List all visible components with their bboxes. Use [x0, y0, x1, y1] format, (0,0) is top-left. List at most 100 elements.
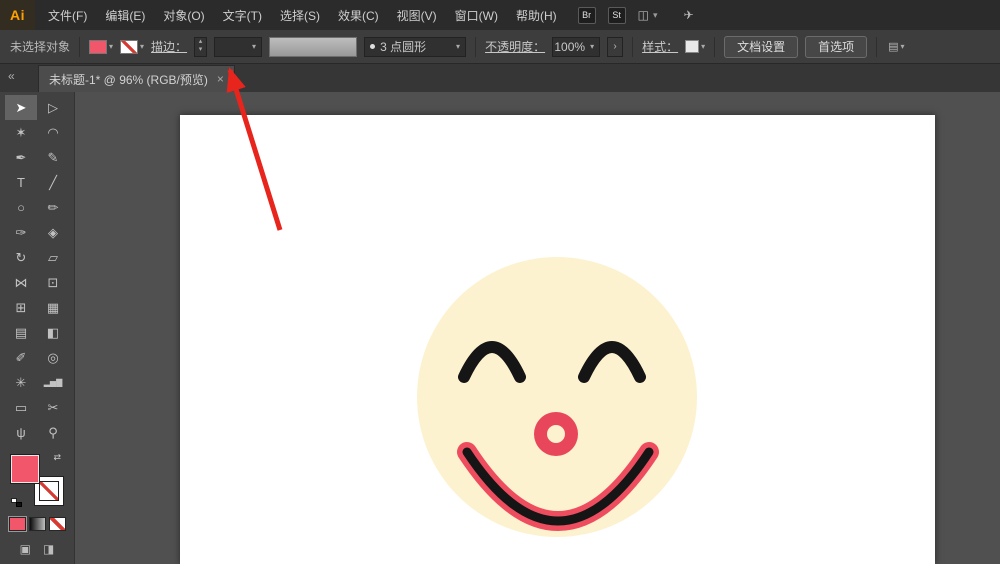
chevron-down-icon[interactable]: ▾	[590, 42, 594, 51]
style-swatch[interactable]	[685, 40, 700, 53]
lasso-tool[interactable]: ◠	[37, 120, 69, 145]
gradient-button[interactable]	[28, 517, 46, 531]
fill-color-picker[interactable]: ▾	[89, 39, 113, 54]
stroke-panel-link[interactable]: 描边：	[151, 38, 187, 55]
main-area: ➤ ▷ ✶ ◠ ✒ ✎ T ╱ ○ ✏ ✑ ◈ ↻ ▱ ⋈ ⊡ ⊞ ▦ ▤ ◧	[0, 92, 1000, 564]
canvas-area[interactable]	[75, 92, 1000, 564]
chevron-down-icon[interactable]: ▾	[456, 42, 460, 51]
color-button[interactable]	[7, 516, 27, 532]
zoom-tool[interactable]: ⚲	[37, 420, 69, 445]
app-logo: Ai	[0, 0, 35, 30]
stock-button[interactable]: St	[607, 6, 626, 24]
separator	[79, 36, 81, 57]
document-tab[interactable]: 未标题-1* @ 96% (RGB/预览) ×	[38, 65, 235, 92]
preferences-button[interactable]: 首选项	[805, 35, 868, 58]
gpu-performance-icon[interactable]: ✈	[684, 8, 694, 22]
panel-menu-icon[interactable]: ▤	[888, 40, 898, 53]
workspace-switcher-icon[interactable]: ◫	[638, 8, 649, 22]
document-setup-button[interactable]: 文档设置	[724, 35, 799, 58]
smiley-artwork[interactable]	[180, 115, 935, 564]
artboard-tool[interactable]: ▭	[5, 395, 37, 420]
gradient-tool[interactable]: ◧	[37, 320, 69, 345]
menu-item-object[interactable]: 对象(O)	[154, 0, 213, 30]
magic-wand-tool[interactable]: ✶	[5, 120, 37, 145]
default-fill-stroke-icon[interactable]	[11, 498, 22, 507]
pen-tool[interactable]: ✒	[5, 145, 37, 170]
fill-stroke-widget: ⇄	[10, 452, 64, 507]
stepper-down-icon[interactable]: ▾	[195, 46, 206, 55]
none-button[interactable]	[48, 517, 66, 531]
brush-definition-dropdown[interactable]: 3 点圆形 ▾	[364, 36, 467, 57]
selection-tool[interactable]: ➤	[5, 95, 37, 120]
eraser-tool[interactable]: ◈	[37, 220, 69, 245]
workspace-caret-icon[interactable]: ▾	[653, 10, 658, 21]
close-icon[interactable]: ×	[217, 72, 224, 86]
stroke-swatch[interactable]	[34, 476, 64, 506]
toolbar-collapse-icon[interactable]: «	[8, 69, 15, 83]
style-dropdown[interactable]: ▾	[685, 40, 705, 53]
graph-tool[interactable]: ▂▅▇	[37, 370, 69, 395]
selection-status: 未选择对象	[10, 40, 71, 54]
stroke-color-picker[interactable]: ▾	[120, 39, 144, 54]
scale-tool[interactable]: ▱	[37, 245, 69, 270]
chevron-down-icon[interactable]: ▾	[109, 42, 113, 51]
rotate-tool[interactable]: ↻	[5, 245, 37, 270]
chevron-down-icon[interactable]: ▾	[252, 42, 256, 51]
draw-mode-icon[interactable]: ▣	[20, 542, 31, 556]
line-tool[interactable]: ╱	[37, 170, 69, 195]
artboard[interactable]	[180, 115, 935, 564]
menu-item-window[interactable]: 窗口(W)	[446, 0, 507, 30]
separator	[475, 36, 477, 57]
direct-selection-tool[interactable]: ▷	[37, 95, 69, 120]
chevron-down-icon[interactable]: ▾	[140, 42, 144, 51]
perspective-grid-tool[interactable]: ▦	[37, 295, 69, 320]
opacity-dropdown[interactable]: 100% ▾	[552, 36, 601, 57]
bridge-button[interactable]: Br	[577, 6, 596, 24]
brush-preview-dot	[370, 44, 376, 49]
fill-swatch[interactable]	[10, 454, 40, 484]
menu-item-select[interactable]: 选择(S)	[271, 0, 329, 30]
paintbrush-tool[interactable]: ✏	[37, 195, 69, 220]
eyedropper-tool[interactable]: ✐	[5, 345, 37, 370]
width-profile-dropdown[interactable]	[269, 36, 358, 57]
free-transform-tool[interactable]: ⊡	[37, 270, 69, 295]
style-panel-link[interactable]: 样式：	[642, 38, 678, 55]
toolbar-bottom-icons: ▣ ◨	[20, 542, 55, 556]
face-circle[interactable]	[417, 257, 697, 537]
menu-item-type[interactable]: 文字(T)	[214, 0, 271, 30]
blend-tool[interactable]: ◎	[37, 345, 69, 370]
symbol-sprayer-tool[interactable]: ✳	[5, 370, 37, 395]
menu-item-help[interactable]: 帮助(H)	[507, 0, 566, 30]
opacity-panel-link[interactable]: 不透明度：	[485, 38, 545, 55]
chevron-down-icon[interactable]: ▾	[701, 42, 705, 51]
hand-tool[interactable]: ψ	[5, 420, 37, 445]
color-mode-buttons	[7, 516, 66, 532]
document-tab-bar: « 未标题-1* @ 96% (RGB/预览) ×	[0, 64, 1000, 92]
screen-mode-icon[interactable]: ◨	[43, 542, 54, 556]
curvature-tool[interactable]: ✎	[37, 145, 69, 170]
stroke-none-swatch[interactable]	[120, 39, 139, 54]
swap-fill-stroke-icon[interactable]: ⇄	[53, 452, 61, 463]
menu-item-view[interactable]: 视图(V)	[388, 0, 446, 30]
type-tool[interactable]: T	[5, 170, 37, 195]
menu-item-file[interactable]: 文件(F)	[39, 0, 96, 30]
tool-grid: ➤ ▷ ✶ ◠ ✒ ✎ T ╱ ○ ✏ ✑ ◈ ↻ ▱ ⋈ ⊡ ⊞ ▦ ▤ ◧	[5, 95, 69, 445]
width-tool[interactable]: ⋈	[5, 270, 37, 295]
chevron-down-icon[interactable]: ▾	[901, 42, 905, 51]
opacity-panel-button[interactable]: ›	[607, 36, 624, 57]
shape-builder-tool[interactable]: ⊞	[5, 295, 37, 320]
nose-inner[interactable]	[547, 425, 565, 443]
document-tab-title: 未标题-1* @ 96% (RGB/预览)	[49, 72, 208, 87]
brush-definition-value: 3 点圆形	[380, 40, 427, 54]
shaper-tool[interactable]: ✑	[5, 220, 37, 245]
separator	[632, 36, 634, 57]
stroke-width-dropdown[interactable]: ▾	[214, 36, 263, 57]
menu-item-effect[interactable]: 效果(C)	[329, 0, 388, 30]
slice-tool[interactable]: ✂	[37, 395, 69, 420]
mesh-tool[interactable]: ▤	[5, 320, 37, 345]
menu-item-edit[interactable]: 编辑(E)	[96, 0, 154, 30]
control-panel-menu[interactable]: ▤ ▾	[888, 40, 904, 53]
fill-color-swatch[interactable]	[89, 39, 108, 54]
stroke-width-stepper[interactable]: ▴ ▾	[194, 36, 208, 57]
ellipse-tool[interactable]: ○	[5, 195, 37, 220]
